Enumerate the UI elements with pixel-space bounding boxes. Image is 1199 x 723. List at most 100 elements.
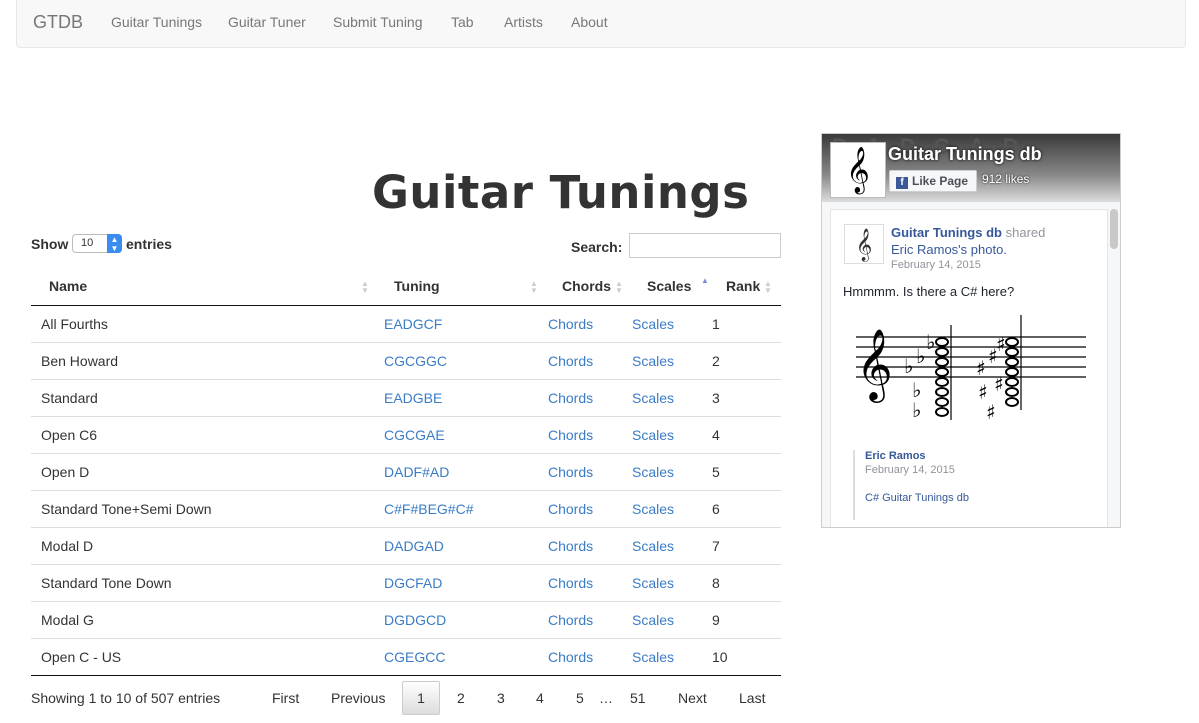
table-cell: Standard Tone+Semi Down — [31, 490, 366, 528]
pagination-previous[interactable]: Previous — [331, 690, 385, 706]
nav-link-about[interactable]: About — [571, 14, 608, 30]
quote-link[interactable]: C# Guitar Tunings db — [865, 492, 969, 504]
sheet-music-image[interactable]: 𝄞 ♭ ♭♭ ♭♭ ♯ ♯♯ ♯♯♯ — [856, 315, 1091, 440]
table-cell: Open C6 — [31, 416, 366, 454]
post-author[interactable]: Guitar Tunings db — [891, 225, 1002, 240]
rank-cell: 6 — [712, 500, 720, 517]
nav-link-submit-tuning[interactable]: Submit Tuning — [333, 14, 423, 30]
post-shared-from[interactable]: Eric Ramos's photo. — [891, 242, 1007, 257]
chords-link[interactable]: Chords — [548, 538, 593, 554]
table-cell: Ben Howard — [31, 342, 366, 380]
table-cell: C#F#BEG#C# — [366, 490, 536, 528]
facebook-page-name[interactable]: Guitar Tunings db — [888, 144, 1042, 165]
chords-link[interactable]: Chords — [548, 353, 593, 369]
post-avatar-treble-clef-icon[interactable]: 𝄞 — [844, 224, 884, 264]
sort-both-icon: ▲ ▼ — [764, 279, 772, 295]
table-cell: 3 — [700, 379, 781, 417]
pagination-first[interactable]: First — [272, 690, 299, 706]
chords-link[interactable]: Chords — [548, 464, 593, 480]
tuning-link[interactable]: CGEGCC — [384, 649, 445, 665]
table-cell: Scales — [620, 527, 700, 565]
tuning-link[interactable]: DADGAD — [384, 538, 444, 554]
rank-cell: 5 — [712, 463, 720, 480]
pagination-page-1[interactable]: 1 — [402, 681, 440, 715]
chords-link[interactable]: Chords — [548, 612, 593, 628]
column-header-scales[interactable]: Scales ▲ — [620, 268, 709, 306]
select-arrows-icon: ▲ ▼ — [107, 234, 122, 253]
pagination-next[interactable]: Next — [678, 690, 707, 706]
tunings-table: Name ▲ ▼ Tuning ▲ ▼ Chords ▲ ▼ Scales ▲ Ran… — [31, 268, 781, 676]
column-header-chords[interactable]: Chords ▲ ▼ — [536, 268, 623, 306]
scales-link[interactable]: Scales — [632, 649, 674, 665]
table-cell: CGCGGC — [366, 342, 536, 380]
scales-link[interactable]: Scales — [632, 538, 674, 554]
chords-link[interactable]: Chords — [548, 316, 593, 332]
tuning-link[interactable]: DADF#AD — [384, 464, 449, 480]
scales-link[interactable]: Scales — [632, 427, 674, 443]
tuning-link[interactable]: EADGBE — [384, 390, 442, 406]
tuning-link[interactable]: CGCGAE — [384, 427, 445, 443]
column-header-rank[interactable]: Rank ▲ ▼ — [700, 268, 781, 306]
pagination-last[interactable]: Last — [739, 690, 765, 706]
pagination-page-4[interactable]: 4 — [536, 690, 544, 706]
chords-link[interactable]: Chords — [548, 390, 593, 406]
table-cell: Open C - US — [31, 638, 366, 676]
post-date[interactable]: February 14, 2015 — [891, 259, 981, 271]
widget-scrollbar[interactable] — [1110, 209, 1118, 249]
tuning-link[interactable]: DGCFAD — [384, 575, 442, 591]
table-cell: 5 — [700, 453, 781, 491]
table-cell: Scales — [620, 564, 700, 602]
scales-link[interactable]: Scales — [632, 316, 674, 332]
scales-link[interactable]: Scales — [632, 390, 674, 406]
svg-text:𝄞: 𝄞 — [856, 327, 893, 403]
table-cell: 1 — [700, 305, 781, 343]
table-cell: 7 — [700, 527, 781, 565]
page-avatar-treble-clef-icon[interactable]: 𝄞 — [830, 142, 886, 198]
chords-link[interactable]: Chords — [548, 649, 593, 665]
table-cell: Scales — [620, 342, 700, 380]
chords-link[interactable]: Chords — [548, 501, 593, 517]
chords-link[interactable]: Chords — [548, 427, 593, 443]
scales-link[interactable]: Scales — [632, 575, 674, 591]
svg-text:♭: ♭ — [926, 330, 935, 354]
svg-text:♯: ♯ — [976, 356, 986, 380]
like-page-button[interactable]: f Like Page — [889, 170, 977, 192]
post-header: Guitar Tunings db shared Eric Ramos's ph… — [891, 224, 1101, 258]
scales-link[interactable]: Scales — [632, 501, 674, 517]
tuning-link[interactable]: C#F#BEG#C# — [384, 501, 473, 517]
entries-length-select[interactable]: 10 ▲ ▼ — [72, 234, 122, 253]
column-header-tuning[interactable]: Tuning ▲ ▼ — [366, 268, 538, 306]
tuning-link[interactable]: DGDGCD — [384, 612, 446, 628]
pagination-page-3[interactable]: 3 — [497, 690, 505, 706]
table-row: Open C - US CGEGCC Chords Scales 10 — [31, 638, 781, 676]
brand-link[interactable]: GTDB — [33, 12, 83, 33]
tuning-name-cell: Open D — [41, 463, 90, 480]
quote-date[interactable]: February 14, 2015 — [865, 464, 969, 476]
table-cell: Scales — [620, 638, 700, 676]
table-cell: Modal G — [31, 601, 366, 639]
scales-link[interactable]: Scales — [632, 464, 674, 480]
search-input[interactable] — [629, 233, 781, 258]
column-header-name[interactable]: Name ▲ ▼ — [31, 268, 369, 306]
quote-author[interactable]: Eric Ramos — [865, 450, 969, 462]
table-row: Open D DADF#AD Chords Scales 5 — [31, 453, 781, 491]
tuning-link[interactable]: EADGCF — [384, 316, 442, 332]
tuning-link[interactable]: CGCGGC — [384, 353, 447, 369]
nav-link-tab[interactable]: Tab — [451, 14, 474, 30]
nav-link-guitar-tuner[interactable]: Guitar Tuner — [228, 14, 306, 30]
tuning-name-cell: Standard Tone Down — [41, 574, 172, 591]
scales-link[interactable]: Scales — [632, 612, 674, 628]
nav-link-artists[interactable]: Artists — [504, 14, 543, 30]
pagination-page-51[interactable]: 51 — [630, 690, 646, 706]
scales-link[interactable]: Scales — [632, 353, 674, 369]
table-cell: DADGAD — [366, 527, 536, 565]
nav-link-guitar-tunings[interactable]: Guitar Tunings — [111, 14, 202, 30]
table-info: Showing 1 to 10 of 507 entries — [31, 690, 221, 706]
pagination-page-2[interactable]: 2 — [457, 690, 465, 706]
table-cell: 6 — [700, 490, 781, 528]
chords-link[interactable]: Chords — [548, 575, 593, 591]
rank-cell: 1 — [712, 315, 720, 332]
pagination-page-5[interactable]: 5 — [576, 690, 584, 706]
table-row: Open C6 CGCGAE Chords Scales 4 — [31, 416, 781, 454]
table-cell: Chords — [536, 638, 620, 676]
